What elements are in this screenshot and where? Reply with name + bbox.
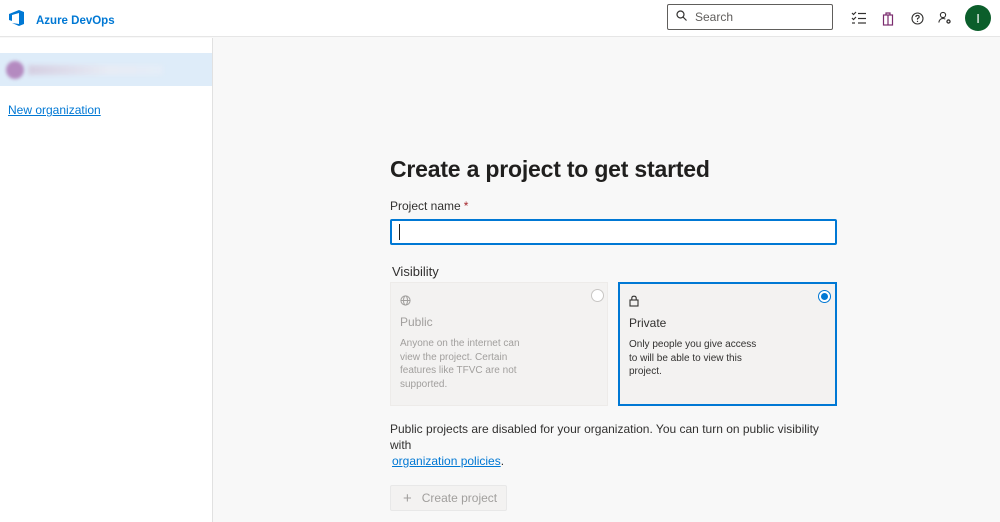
- visibility-label: Visibility: [392, 264, 439, 279]
- user-settings-icon[interactable]: [936, 9, 954, 27]
- top-header: Azure DevOps I: [0, 0, 1000, 37]
- visibility-option-public[interactable]: Public Anyone on the internet can view t…: [390, 282, 608, 406]
- help-icon[interactable]: [908, 9, 926, 27]
- sidebar-org-item[interactable]: [0, 53, 212, 86]
- public-title: Public: [400, 315, 433, 329]
- brand[interactable]: Azure DevOps: [8, 9, 115, 32]
- visibility-option-private[interactable]: Private Only people you give access to w…: [618, 282, 837, 406]
- search-icon: [676, 8, 687, 26]
- sidebar: New organization: [0, 38, 213, 522]
- lock-icon: [629, 294, 639, 312]
- org-avatar: [6, 61, 24, 79]
- work-items-icon[interactable]: [850, 9, 868, 27]
- new-organization-link[interactable]: New organization: [8, 103, 101, 117]
- org-name-redacted: [28, 65, 163, 75]
- marketplace-bag-icon[interactable]: [879, 9, 897, 27]
- required-marker: *: [463, 199, 469, 213]
- page-title: Create a project to get started: [390, 156, 710, 182]
- create-project-button[interactable]: + Create project: [390, 485, 507, 511]
- create-project-label: Create project: [421, 491, 498, 505]
- organization-policies-link[interactable]: organization policies: [392, 454, 501, 468]
- project-name-input[interactable]: [390, 219, 837, 245]
- public-description: Anyone on the internet can view the proj…: [400, 338, 520, 390]
- globe-icon: [400, 293, 411, 311]
- search-input[interactable]: [695, 10, 815, 24]
- text-caret: [399, 224, 400, 240]
- public-disabled-note: Public projects are disabled for your or…: [390, 422, 819, 468]
- private-description: Only people you give access to will be a…: [629, 339, 757, 377]
- user-avatar[interactable]: I: [965, 5, 991, 31]
- app-title: Azure DevOps: [36, 14, 115, 27]
- search-box[interactable]: [667, 4, 833, 30]
- public-radio[interactable]: [591, 289, 604, 302]
- azure-devops-logo-icon: [8, 9, 26, 32]
- private-radio[interactable]: [818, 290, 831, 303]
- private-title: Private: [629, 316, 667, 330]
- project-name-label: Project name *: [390, 199, 469, 213]
- plus-icon: +: [403, 489, 412, 507]
